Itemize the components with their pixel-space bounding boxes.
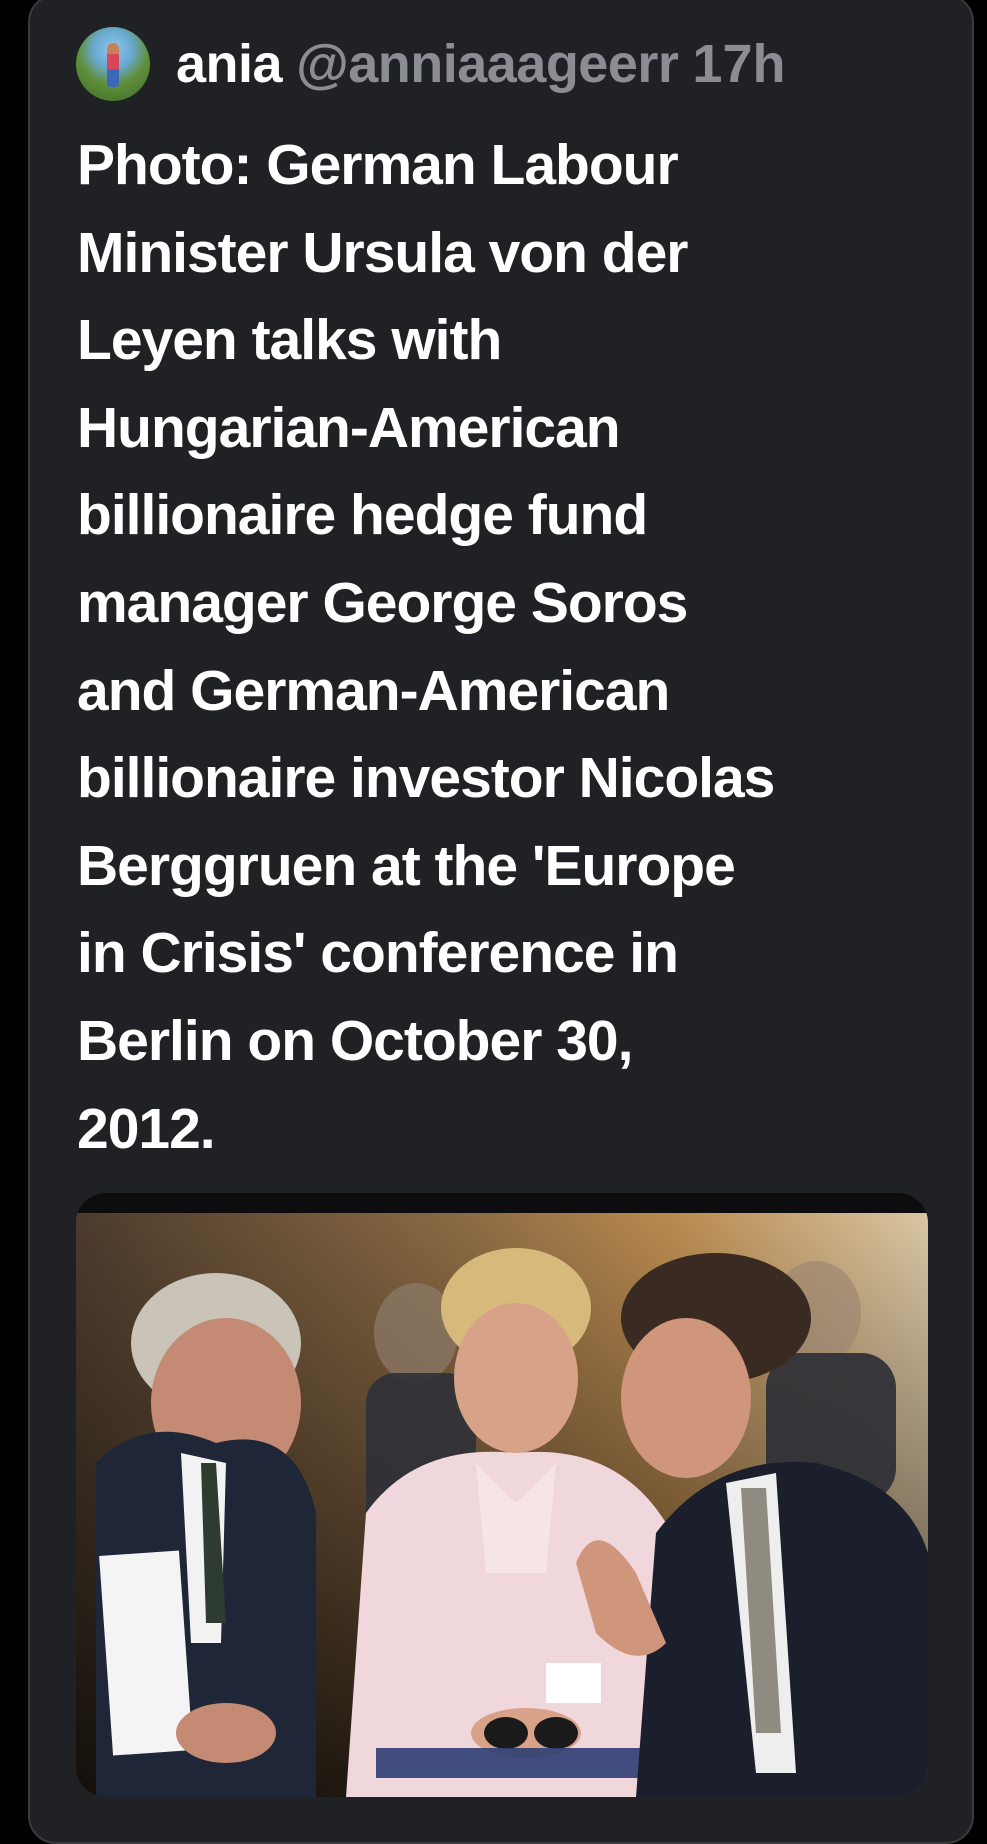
tweet-text-line: Minister Ursula von der [77,220,689,285]
tweet-header: ania @anniaaageerr 17h [76,26,785,102]
avatar[interactable] [76,27,150,101]
photo-icon [76,1213,928,1797]
tweet-text-line: Leyen talks with [77,308,502,373]
tweet-text-line: Berggruen at the 'Europe [77,833,736,898]
tweet-text: Photo: German Labour Minister Ursula von… [77,122,937,1173]
author-display-name[interactable]: ania [176,33,283,95]
tweet-text-line: in Crisis' conference in [77,921,679,986]
tweet-text-line: Hungarian-American [77,395,621,460]
tweet-timestamp[interactable]: 17h [692,33,785,95]
tweet-text-line: Photo: German Labour [77,133,679,197]
avatar-figure [107,43,119,87]
tweet-media[interactable] [76,1193,928,1797]
tweet-text-line: billionaire hedge fund [77,483,648,548]
tweet-text-line: and German-American [77,658,670,723]
tweet-text-line: Berlin on October 30, [77,1008,633,1073]
tweet-text-line: billionaire investor Nicolas [77,746,775,811]
tweet-text-line: manager George Soros [77,570,688,635]
photo[interactable] [76,1213,928,1797]
author-handle[interactable]: @anniaaageerr [296,33,679,95]
tweet-text-line: 2012. [77,1096,216,1161]
